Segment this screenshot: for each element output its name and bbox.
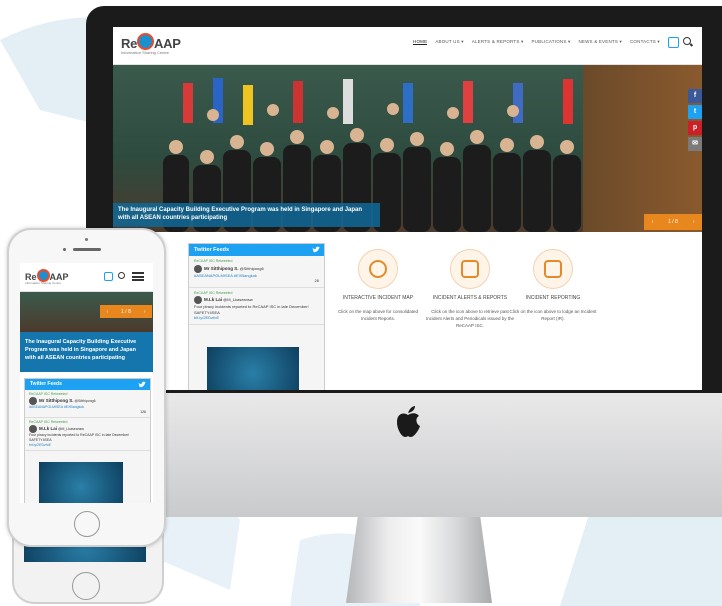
- mobile-header: Re AAP Information Sharing Centre: [20, 263, 153, 292]
- tweet-link[interactable]: bit.ly/2EDzfoE: [194, 315, 319, 321]
- next-slide-button[interactable]: ›: [693, 219, 695, 225]
- logo-re-text: Re: [121, 36, 138, 51]
- tweet-text: Four piracy incidents reported to ReCAAP…: [29, 433, 130, 442]
- retweet-label: ReCAAP ISC Retweeted: [29, 392, 68, 396]
- search-icon[interactable]: [683, 37, 691, 45]
- nav-alerts-reports[interactable]: ALERTS & REPORTS ▾: [472, 39, 524, 45]
- feature-title: INCIDENT ALERTS & REPORTS: [432, 295, 508, 301]
- tweet-handle: @Sitthipong6: [239, 265, 264, 271]
- slide-counter: 1 / 8: [668, 219, 678, 225]
- twitter-feed-header: Twitter Feeds: [189, 244, 324, 256]
- feature-desc: Click on the icon above to lodge an Inci…: [509, 309, 597, 321]
- site-header: Re AAP Information Sharing Centre HOME AB…: [113, 27, 702, 65]
- mobile-hero-caption: The Inaugural Capacity Building Executiv…: [20, 332, 153, 372]
- twitter-icon[interactable]: t: [688, 105, 702, 119]
- nav-about-us[interactable]: ABOUT US ▾: [435, 39, 463, 45]
- logo-aap-text: AAP: [154, 36, 181, 51]
- site-logo[interactable]: Re AAP: [121, 33, 181, 51]
- alerts-reports-icon[interactable]: [450, 249, 490, 289]
- tweet-image-radar-map[interactable]: [39, 462, 123, 503]
- tweet-author: Mr Sitthipong S.: [39, 397, 74, 403]
- retweet-label: ReCAAP ISC Retweeted: [194, 290, 233, 295]
- nav-news-events[interactable]: NEWS & EVENTS ▾: [578, 39, 622, 45]
- mobile-slide-pager: ‹ 1 / 8 ›: [100, 305, 152, 318]
- feature-title: INTERACTIVE INCIDENT MAP: [342, 295, 414, 301]
- apple-logo-icon: [397, 406, 420, 437]
- imac-stand: [346, 517, 492, 603]
- prev-slide-button[interactable]: ‹: [651, 219, 653, 225]
- tweet-item[interactable]: ReCAAP ISC Retweeted M.Lk Lai @M_Lkasean…: [189, 288, 324, 325]
- twitter-feed-title: Twitter Feeds: [194, 247, 230, 253]
- tweet-link[interactable]: bit.ly/2EDzfoE: [29, 443, 146, 448]
- logo-globe-icon: [137, 33, 155, 50]
- tweet-text: Four piracy incidents reported to ReCAAP…: [194, 304, 309, 315]
- feature-desc: Click on the map above for consolidated …: [337, 309, 419, 321]
- pinterest-icon[interactable]: p: [688, 121, 702, 135]
- avatar: [29, 397, 37, 405]
- nav-contacts[interactable]: CONTACTS ▾: [630, 39, 660, 45]
- feature-title: INCIDENT REPORTING: [525, 295, 581, 301]
- tweet-item[interactable]: ReCAAP ISC Retweeted Mr Sitthipong S. @S…: [25, 390, 150, 418]
- logo-tagline: Information Sharing Centre: [121, 50, 170, 55]
- main-nav: HOME ABOUT US ▾ ALERTS & REPORTS ▾ PUBLI…: [413, 39, 660, 45]
- tweet-meta: 26: [314, 278, 319, 283]
- twitter-feed-header: Twitter Feeds: [25, 379, 150, 390]
- logo-tagline: Information Sharing Centre: [25, 281, 62, 285]
- email-icon[interactable]: ✉: [688, 137, 702, 151]
- phone-camera: [63, 248, 66, 251]
- phone-screen: Re AAP Information Sharing Centre ‹ 1 / 8…: [20, 263, 153, 503]
- social-share-bar: f t p ✉: [688, 89, 702, 153]
- twitter-feed-title: Twitter Feeds: [30, 381, 62, 387]
- twitter-feed-widget: Twitter Feeds ReCAAP ISC Retweeted Mr Si…: [188, 243, 325, 390]
- desktop-screen: Re AAP Information Sharing Centre HOME AB…: [113, 27, 702, 390]
- twitter-feed-icon[interactable]: [668, 37, 679, 48]
- phone-speaker: [73, 248, 101, 251]
- phone-device: Re AAP Information Sharing Centre ‹ 1 / 8…: [7, 228, 166, 547]
- map-icon[interactable]: [358, 249, 398, 289]
- hamburger-menu-icon[interactable]: [132, 272, 144, 281]
- twitter-bird-icon: [138, 381, 146, 388]
- slide-counter: 1 / 8: [121, 308, 131, 315]
- facebook-icon[interactable]: f: [688, 89, 702, 103]
- avatar: [194, 264, 202, 273]
- tweet-meta: 126: [140, 410, 146, 414]
- avatar: [194, 296, 202, 304]
- phone-back-home-button: [72, 572, 100, 600]
- avatar: [29, 425, 37, 433]
- wall-decoration: [583, 65, 702, 232]
- feature-incident-map[interactable]: INTERACTIVE INCIDENT MAP Click on the ma…: [333, 249, 423, 322]
- next-slide-button[interactable]: ›: [144, 309, 146, 315]
- twitter-feed-icon[interactable]: [104, 272, 113, 281]
- phone-home-button[interactable]: [74, 511, 100, 537]
- feature-incident-reporting[interactable]: INCIDENT REPORTING Click on the icon abo…: [508, 249, 598, 322]
- tweet-item[interactable]: ReCAAP ISC Retweeted Mr Sitthipong S. @S…: [189, 256, 324, 288]
- tweet-handle: @M_Lkaseansw: [223, 297, 253, 303]
- tweet-handle: @M_Lkaseansw: [58, 426, 84, 431]
- twitter-bird-icon: [312, 246, 320, 253]
- incident-reporting-icon[interactable]: [533, 249, 573, 289]
- nav-home[interactable]: HOME: [413, 39, 428, 45]
- feature-desc: Click on the icon above to retrieve past…: [425, 309, 515, 328]
- tweet-author: M.Lk Lai: [204, 297, 223, 303]
- retweet-label: ReCAAP ISC Retweeted: [194, 259, 233, 263]
- mobile-twitter-feed-widget: Twitter Feeds ReCAAP ISC Retweeted Mr Si…: [24, 378, 151, 503]
- hero-caption: The Inaugural Capacity Building Executiv…: [113, 203, 380, 227]
- phone-sensor: [85, 238, 88, 241]
- tweet-author: M.Lk Lai: [39, 425, 58, 431]
- tweet-item[interactable]: ReCAAP ISC Retweeted M.Lk Lai @M_Lkasean…: [25, 418, 150, 451]
- prev-slide-button[interactable]: ‹: [106, 309, 108, 315]
- search-icon[interactable]: [118, 272, 125, 279]
- tweet-author: Mr Sitthipong S.: [204, 265, 239, 271]
- feature-alerts-reports[interactable]: INCIDENT ALERTS & REPORTS Click on the i…: [425, 249, 515, 329]
- nav-publications[interactable]: PUBLICATIONS ▾: [531, 39, 570, 45]
- slide-pager: ‹ 1 / 8 ›: [644, 214, 702, 230]
- tweet-handle: @Sitthipong6: [74, 398, 96, 403]
- retweet-label: ReCAAP ISC Retweeted: [29, 420, 68, 424]
- tweet-image-radar-map[interactable]: [207, 347, 299, 390]
